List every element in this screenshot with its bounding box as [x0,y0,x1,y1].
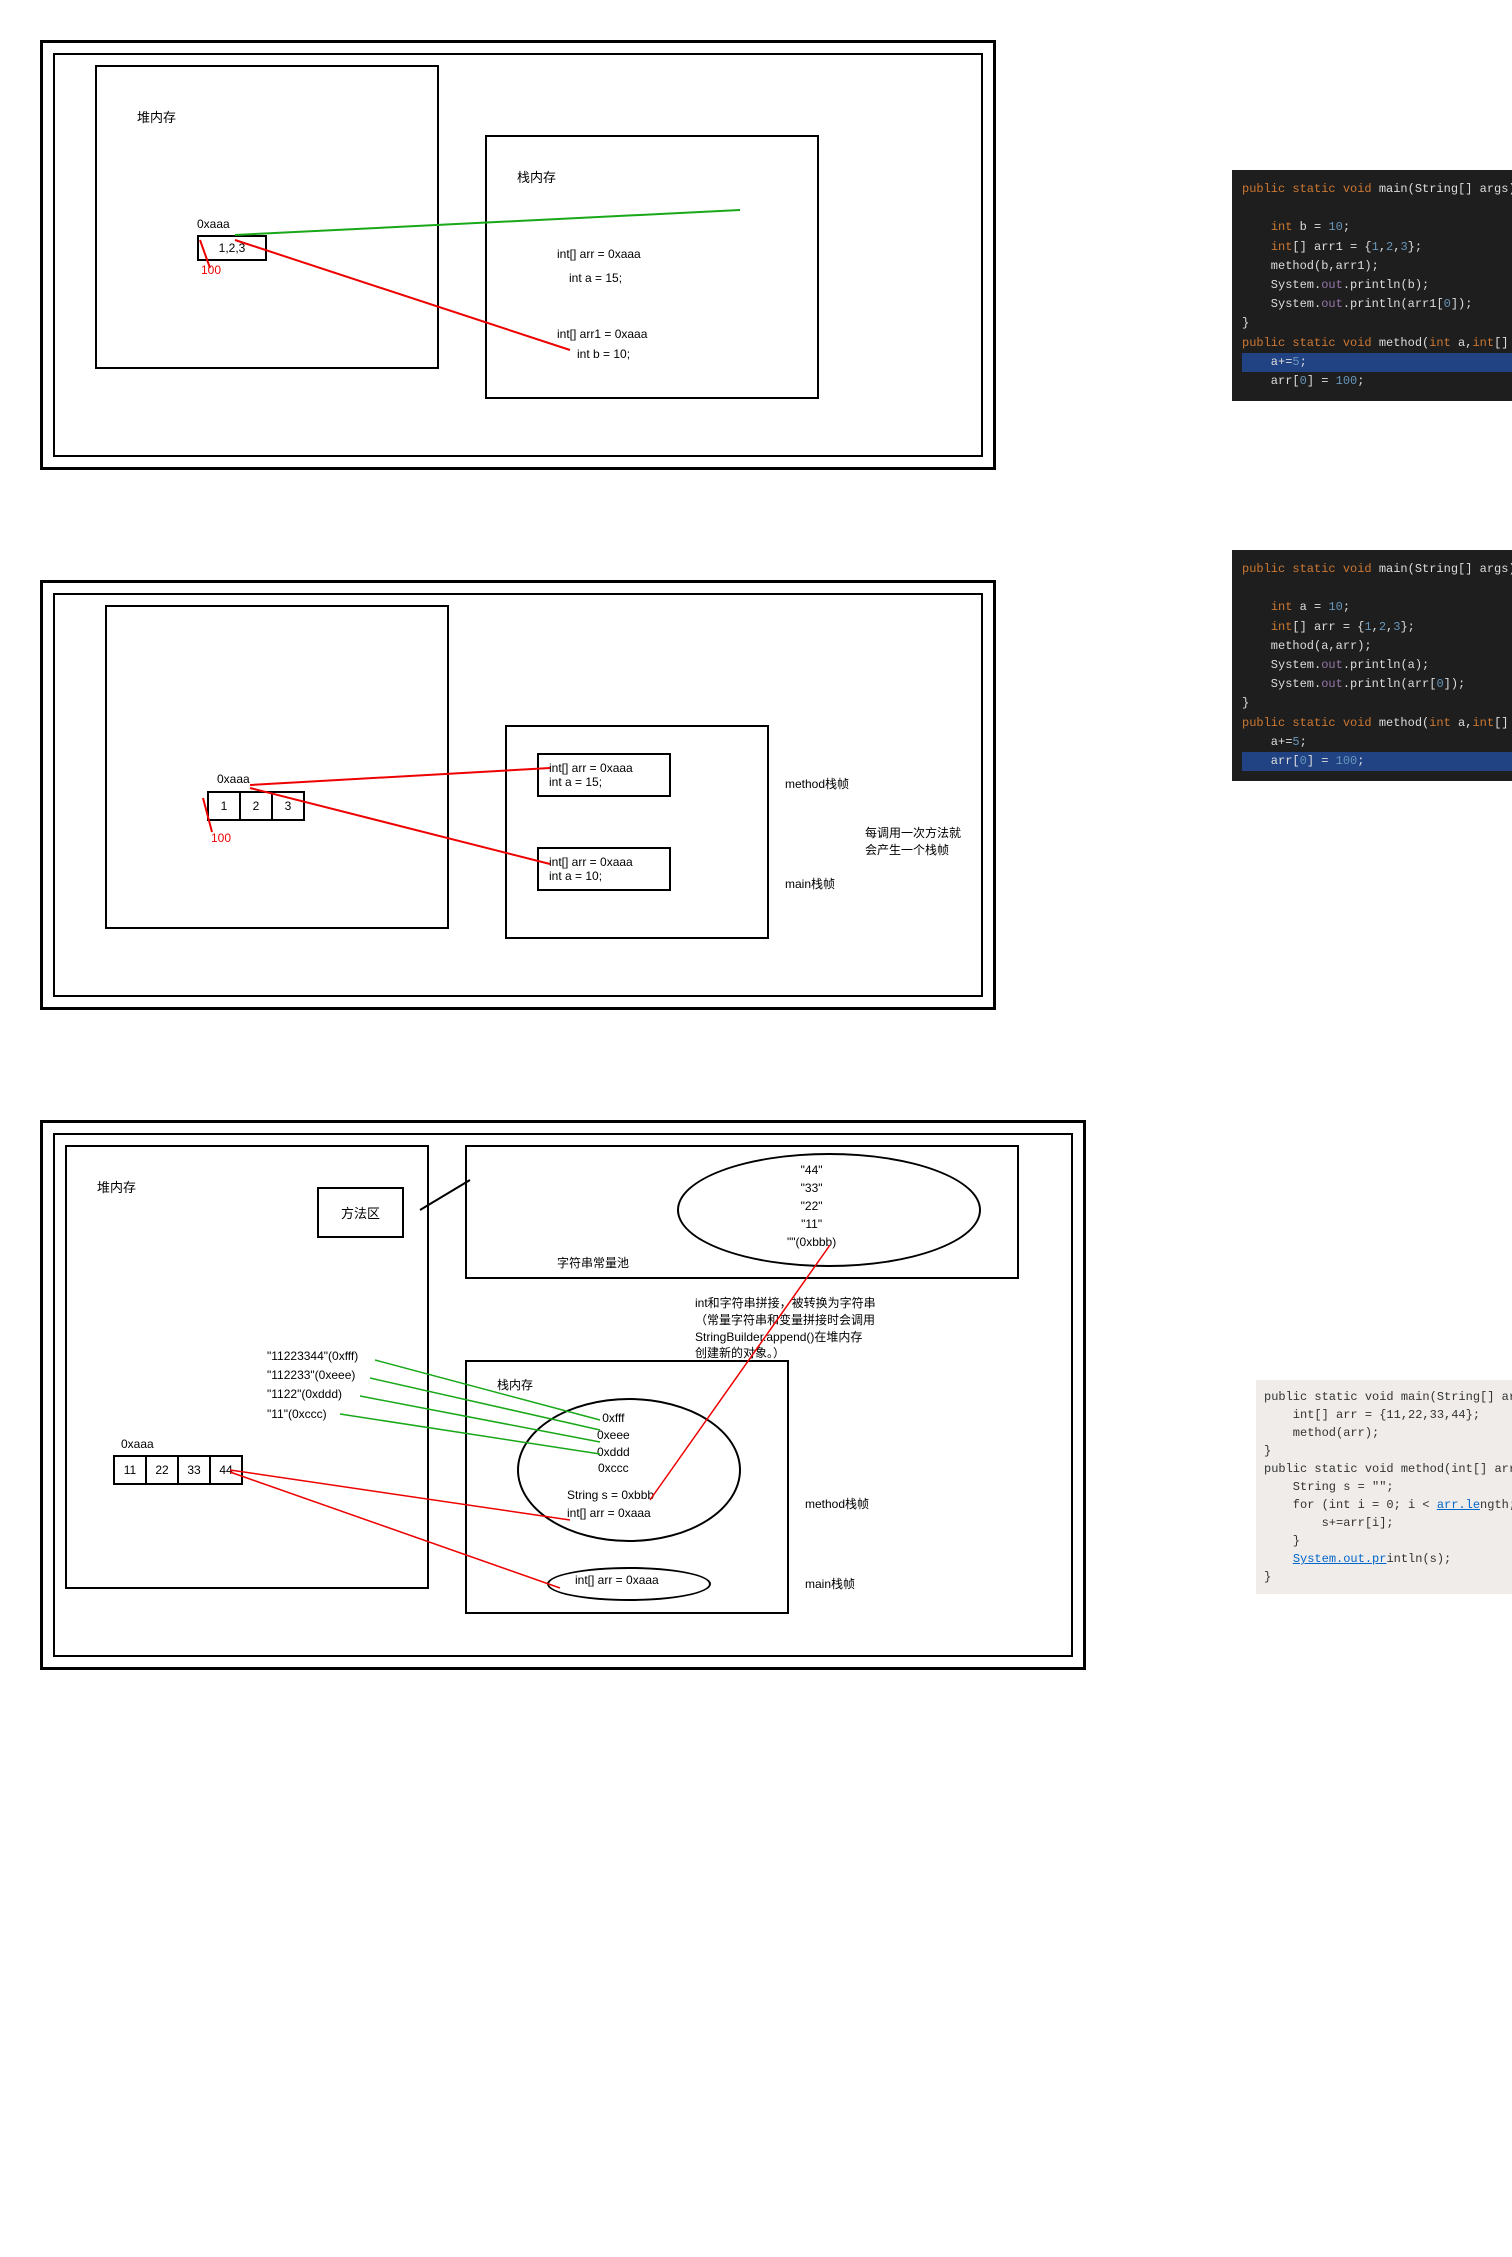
note-3: int和字符串拼接，被转换为字符串 （常量字符串和变量拼接时会调用 String… [695,1295,876,1362]
method-arr: int[] arr = 0xaaa [557,247,641,261]
stack-box-3: 栈内存 0xfff 0xeee 0xddd 0xccc String s = 0… [465,1360,789,1614]
code-block-3: public static void main(String[] args) {… [1256,1380,1512,1594]
heap-addr: 0xaaa [197,217,230,231]
method-frame-label-3: method栈帧 [805,1495,869,1512]
heap-cells-2: 1 2 3 [207,791,305,821]
pool-label: 字符串常量池 [557,1254,629,1271]
heap-array: 1,2,3 [197,235,267,261]
method-s: String s = 0xbbb [567,1488,654,1502]
heap-box: 堆内存 0xaaa 1,2,3 100 [95,65,439,369]
heap-strings: "11223344"(0xfff) "112233"(0xeee) "1122"… [267,1347,358,1424]
main-frame-2: int[] arr = 0xaaa int a = 10; [537,847,671,891]
method-a-2: int a = 15; [549,775,659,789]
main-frame-label-3: main栈帧 [805,1575,855,1592]
stack-label: 栈内存 [517,167,556,186]
code-block-2: public static void main(String[] args) {… [1232,550,1512,781]
cell-1: 2 [239,791,273,821]
method-frame-2: int[] arr = 0xaaa int a = 15; [537,753,671,797]
main-arr-2: int[] arr = 0xaaa [549,855,659,869]
main-b: int b = 10; [577,347,630,361]
heap-overwrite-2: 100 [211,831,231,845]
cell3-3: 44 [209,1455,243,1485]
heap-overwrite: 100 [201,263,221,277]
method-arr3: int[] arr = 0xaaa [567,1506,651,1520]
cell-2: 3 [271,791,305,821]
heap-addr-3: 0xaaa [121,1437,154,1451]
stack-box-2: int[] arr = 0xaaa int a = 15; int[] arr … [505,725,769,939]
heap-cells-3: 11 22 33 44 [113,1455,243,1485]
cell3-0: 11 [113,1455,147,1485]
heap-label: 堆内存 [137,107,176,126]
main-arr: int[] arr1 = 0xaaa [557,327,647,341]
cell3-1: 22 [145,1455,179,1485]
note-2: 每调用一次方法就 会产生一个栈帧 [865,825,961,859]
cell3-2: 33 [177,1455,211,1485]
code-block-1: public static void main(String[] args) {… [1232,170,1512,401]
main-a-2: int a = 10; [549,869,659,883]
method-a: int a = 15; [569,271,622,285]
method-frame-label-2: method栈帧 [785,775,849,792]
heap-box-3: 堆内存 方法区 "11223344"(0xfff) "112233"(0xeee… [65,1145,429,1589]
stack-box: 栈内存 int[] arr = 0xaaa int a = 15; int[] … [485,135,819,399]
pool-strings: "44" "33" "22" "11" ""(0xbbb) [787,1161,836,1251]
main-arr3: int[] arr = 0xaaa [575,1573,659,1587]
method-arr-2: int[] arr = 0xaaa [549,761,659,775]
heap-label-3: 堆内存 [97,1177,136,1196]
method-area: 方法区 [317,1187,404,1238]
heap-addr-2: 0xaaa [217,772,250,786]
stack-label-3: 栈内存 [497,1376,533,1393]
string-pool-box: 字符串常量池 "44" "33" "22" "11" ""(0xbbb) [465,1145,1019,1279]
main-frame-label-2: main栈帧 [785,875,835,892]
diagram-2: 0xaaa 1 2 3 100 int[] arr = 0xaaa int a … [40,580,1472,1040]
diagram-1: 堆内存 0xaaa 1,2,3 100 栈内存 int[] arr = 0xaa… [40,40,1472,500]
method-refs: 0xfff 0xeee 0xddd 0xccc [597,1410,630,1477]
diagram-3: 堆内存 方法区 "11223344"(0xfff) "112233"(0xeee… [40,1120,1472,1680]
heap-box-2: 0xaaa 1 2 3 100 [105,605,449,929]
cell-0: 1 [207,791,241,821]
